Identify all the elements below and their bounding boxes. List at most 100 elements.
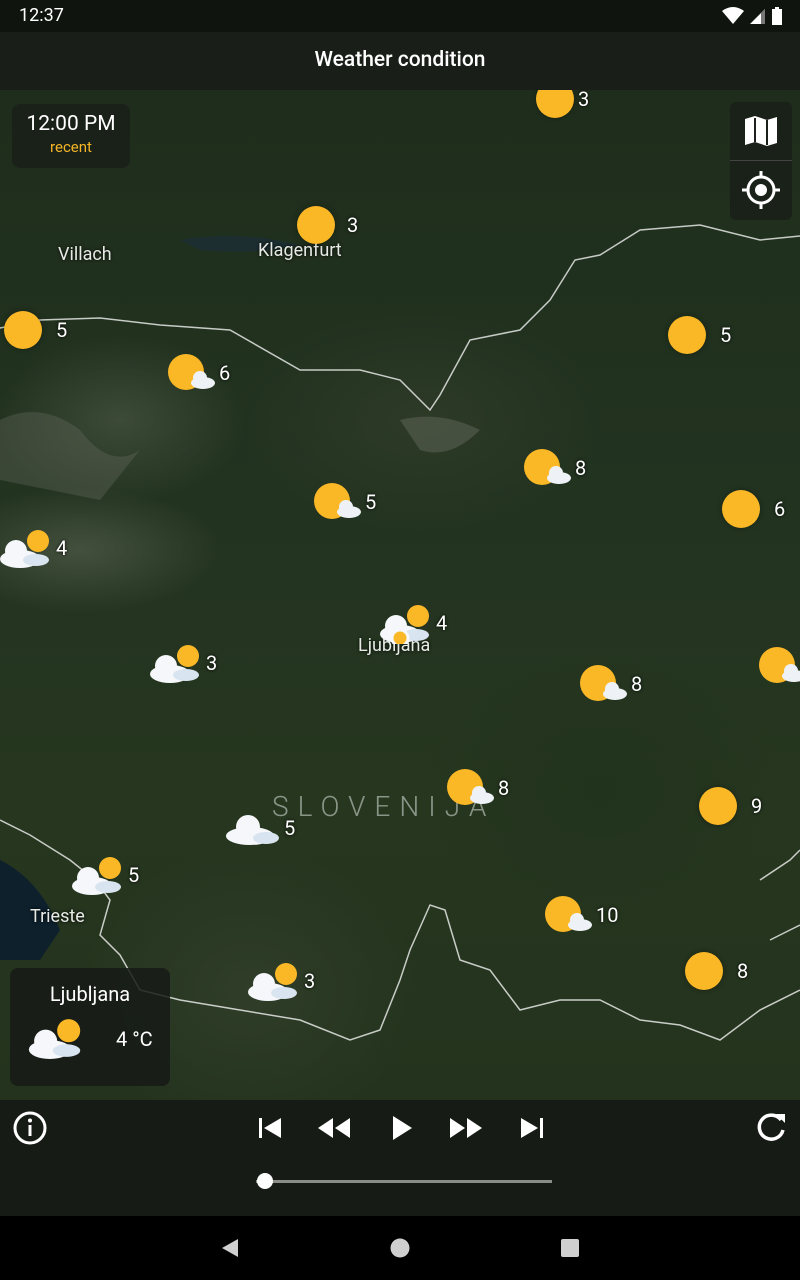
sun-icon [297,206,335,244]
rewind-button[interactable] [314,1110,354,1146]
weather-marker[interactable] [758,646,800,686]
fast-forward-icon [450,1118,482,1138]
sun-icon [699,787,737,825]
wifi-icon [722,7,744,24]
nav-home-button[interactable] [380,1232,420,1264]
partly-cloudy-icon [580,665,627,701]
my-location-icon [742,171,780,209]
info-button[interactable] [10,1110,50,1146]
cloudy-sun-icon [150,645,199,683]
skip-last-button[interactable] [512,1110,552,1146]
city-label-trieste: Trieste [30,906,85,927]
marker-temp: 4 [436,611,448,635]
battery-icon [772,7,782,25]
weather-marker[interactable]: 3 [242,960,315,1002]
forecast-time: 12:00 PM [26,112,116,136]
cloudy-sun-icon [380,605,429,644]
sun-icon [4,311,42,349]
marker-temp: 8 [498,776,510,800]
info-icon [13,1111,47,1145]
weather-marker[interactable]: 3 [297,206,358,244]
marker-temp: 3 [578,90,590,111]
nav-recents-button[interactable] [550,1232,590,1264]
marker-temp: 3 [347,213,359,237]
cloudy-sun-icon [0,530,49,568]
location-name: Ljubljana [49,982,131,1006]
skip-next-icon [521,1118,543,1138]
marker-temp: 8 [631,672,643,696]
skip-first-button[interactable] [250,1110,290,1146]
status-bar: 12:37 [0,0,800,32]
status-time: 12:37 [19,5,64,26]
sun-icon [685,952,723,990]
cloud-icon [226,815,279,845]
map-borders [0,224,800,1041]
sun-icon [536,90,574,118]
play-icon [393,1116,412,1140]
marker-temp: 5 [720,323,732,347]
marker-temp: 5 [128,863,140,887]
location-card[interactable]: Ljubljana 4 °C [10,968,170,1086]
forecast-time-label: recent [50,138,92,156]
skip-previous-icon [259,1118,281,1138]
weather-marker[interactable]: 6 [167,353,230,393]
location-temperature: 4 °C [116,1027,153,1051]
weather-marker[interactable]: 5 [4,311,67,349]
app-title: Weather condition [314,48,486,72]
city-label-villach: Villach [58,244,112,265]
back-icon [222,1239,238,1257]
weather-marker[interactable]: 4 [0,527,67,569]
marker-temp: 6 [774,497,786,521]
map-buttons [730,102,792,220]
partly-cloudy-icon [524,449,571,485]
time-card: 12:00 PM recent [12,104,130,168]
marker-temp: 5 [365,490,377,514]
marker-temp: 6 [219,361,231,385]
refresh-button[interactable] [751,1110,791,1146]
my-location-button[interactable] [730,161,792,219]
marker-temp: 8 [737,959,749,983]
map-layers-button[interactable] [730,102,792,160]
weather-marker[interactable]: 5 [668,316,731,354]
signal-icon [750,9,765,24]
weather-marker[interactable]: 3 [536,90,589,118]
nav-back-button[interactable] [210,1232,250,1264]
marker-temp: 9 [751,794,763,818]
cloudy-sun-icon [248,963,297,1001]
marker-temp: 4 [56,536,68,560]
sun-icon [722,490,760,528]
sun-icon [668,316,706,354]
weather-marker[interactable]: 5 [66,854,139,896]
partly-cloudy-icon [168,354,215,390]
play-button[interactable] [382,1110,422,1146]
weather-marker[interactable]: 6 [722,490,785,528]
map-icon [745,116,777,146]
weather-marker[interactable]: 9 [699,787,762,825]
marker-temp: 3 [206,651,218,675]
weather-marker[interactable]: 10 [544,895,618,935]
timeline-thumb[interactable] [256,1173,273,1189]
refresh-icon [757,1113,785,1141]
partly-cloudy-icon [759,647,800,683]
marker-temp: 8 [575,456,587,480]
recents-icon [561,1239,579,1257]
marker-temp: 10 [596,903,619,927]
weather-marker[interactable]: 3 [144,642,217,684]
partly-cloudy-icon [314,483,361,519]
weather-marker[interactable]: 8 [685,952,748,990]
weather-marker[interactable]: 8 [446,768,509,808]
weather-marker[interactable]: 5 [313,482,376,522]
status-icons [722,7,782,25]
weather-marker[interactable]: 8 [579,664,642,704]
cloudy-sun-icon [72,857,121,895]
fast-forward-button[interactable] [446,1110,486,1146]
weather-marker[interactable]: 4 [374,602,447,644]
cloudy-sun-icon [28,1019,81,1059]
app-bar: Weather condition [0,32,800,90]
weather-marker[interactable]: 5 [222,810,295,846]
partly-cloudy-icon [545,896,592,932]
weather-marker[interactable]: 8 [523,448,586,488]
marker-temp: 3 [304,969,316,993]
timeline-track[interactable] [256,1180,552,1183]
weather-map[interactable]: Villach Klagenfurt Ljubljana Trieste SLO… [0,90,800,1100]
